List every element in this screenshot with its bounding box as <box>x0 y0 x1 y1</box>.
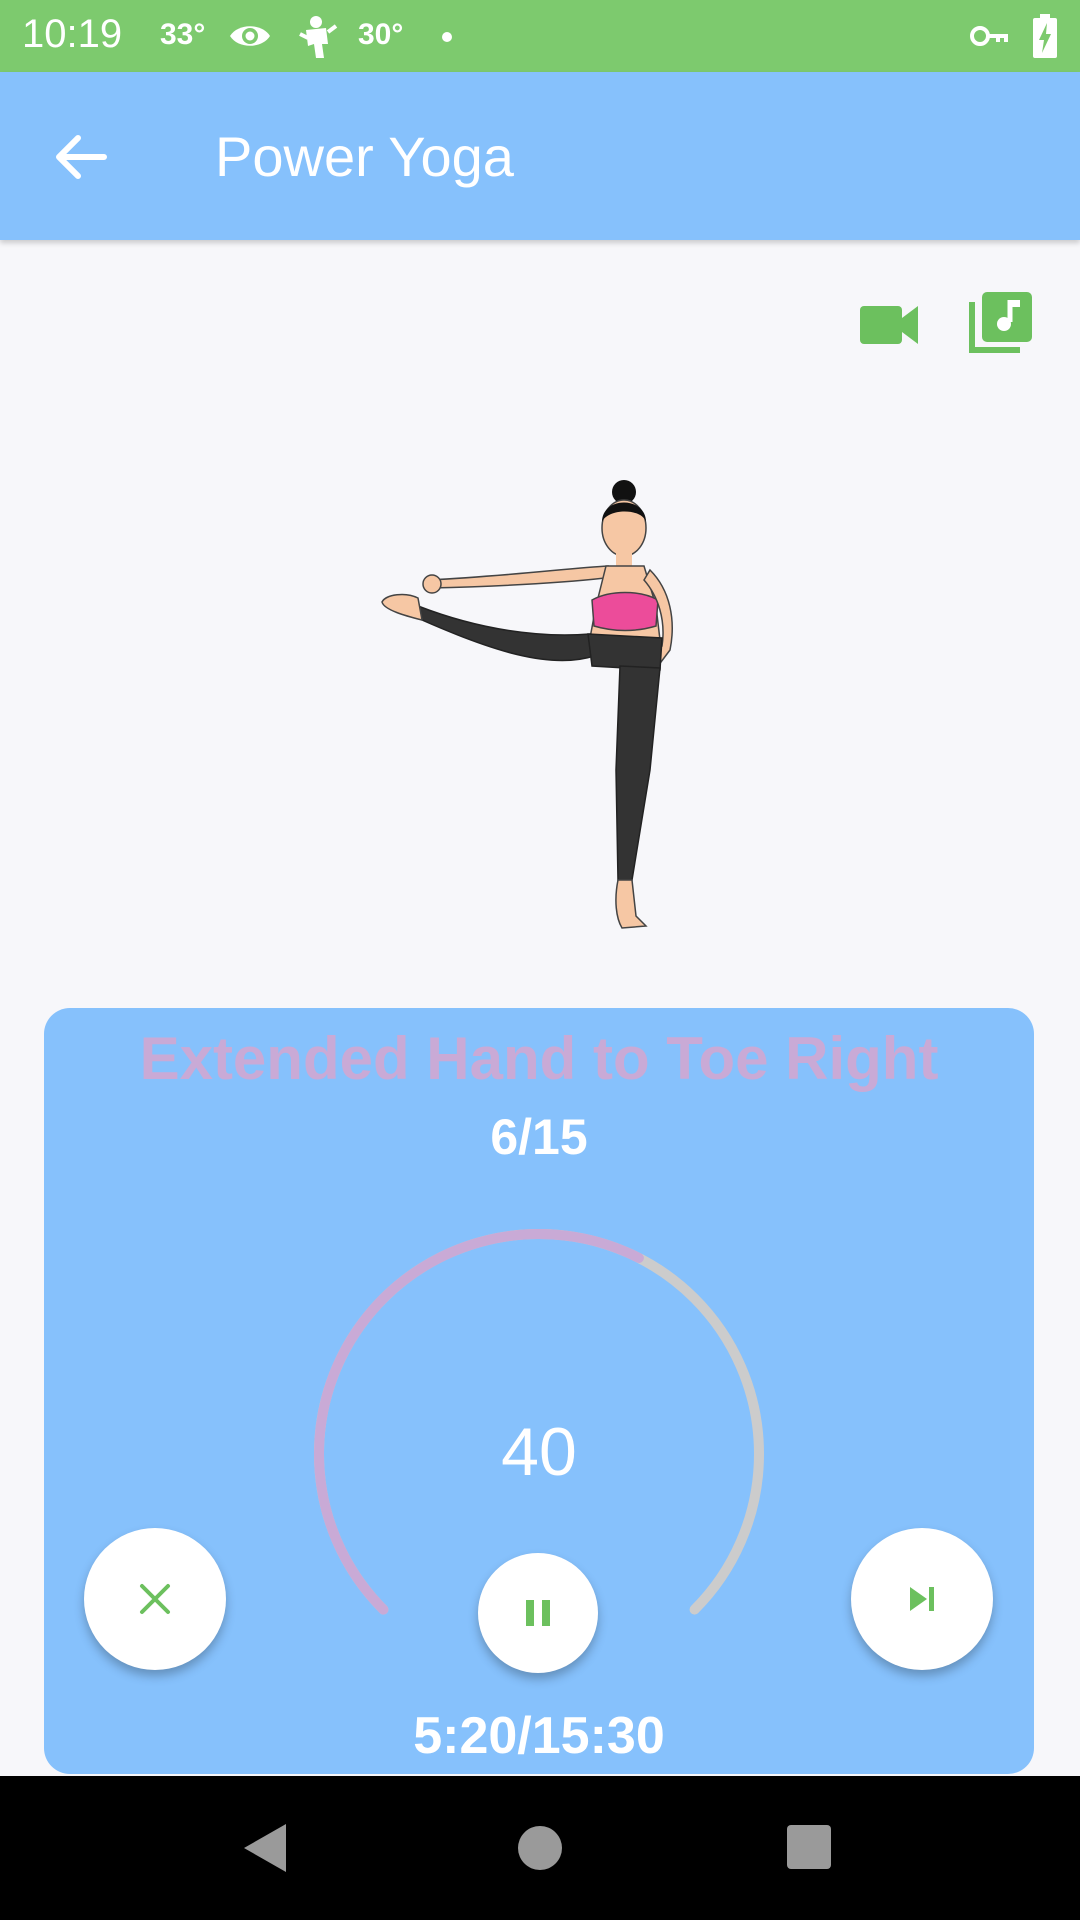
close-icon <box>140 1584 170 1614</box>
exercise-card: Extended Hand to Toe Right 6/15 40 5:20/… <box>44 1008 1034 1774</box>
video-button[interactable] <box>856 290 926 360</box>
circle-home-icon <box>518 1826 562 1870</box>
triangle-back-icon <box>244 1824 286 1872</box>
page-title: Power Yoga <box>215 125 514 188</box>
vpn-key-icon <box>970 22 1010 55</box>
pause-icon <box>526 1600 550 1626</box>
skip-next-icon <box>910 1587 934 1611</box>
nav-back-button[interactable] <box>240 1820 290 1881</box>
weather-figure-icon <box>294 14 340 65</box>
elapsed-total-time: 5:20/15:30 <box>413 1707 665 1765</box>
music-library-icon <box>969 292 1032 353</box>
back-button[interactable] <box>48 122 118 192</box>
system-nav-bar <box>0 1776 1080 1920</box>
notification-dot <box>442 32 452 42</box>
close-button[interactable] <box>84 1528 226 1670</box>
eye-icon <box>228 20 272 57</box>
skip-button[interactable] <box>851 1528 993 1670</box>
nav-home-button[interactable] <box>516 1824 564 1877</box>
square-recents-icon <box>787 1825 831 1869</box>
status-time: 10:19 <box>22 12 123 56</box>
status-temp-1: 33° <box>160 18 206 51</box>
status-bar: 10:19 33° 30° <box>0 0 1080 72</box>
video-camera-icon <box>860 306 918 344</box>
pause-button[interactable] <box>478 1553 598 1673</box>
app-bar: Power Yoga <box>0 72 1080 240</box>
status-temp-2: 30° <box>358 18 404 51</box>
arrow-back-icon <box>56 135 107 179</box>
countdown-value: 40 <box>501 1414 577 1490</box>
nav-recents-button[interactable] <box>786 1824 832 1875</box>
battery-charging-icon <box>1032 14 1058 63</box>
pose-illustration <box>370 470 710 940</box>
music-button[interactable] <box>966 288 1036 358</box>
